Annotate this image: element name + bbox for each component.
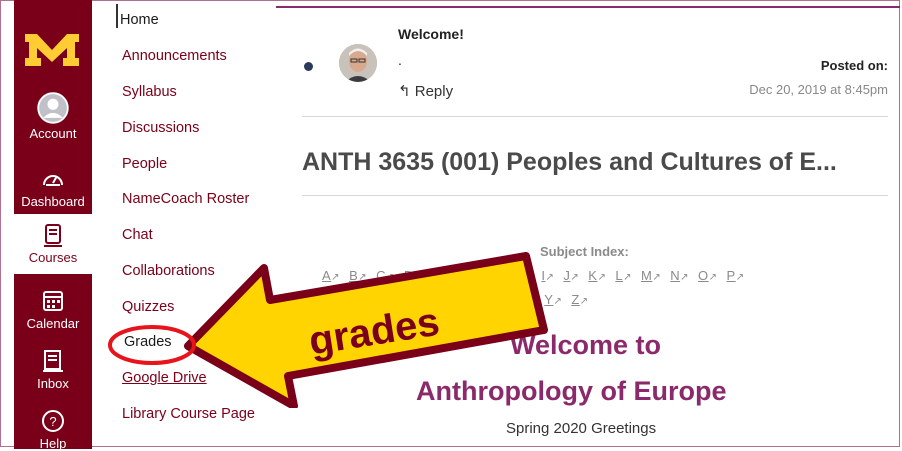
course-nav-syllabus[interactable]: Syllabus (122, 84, 177, 100)
posted-date: Dec 20, 2019 at 8:45pm (749, 82, 888, 97)
unread-indicator (304, 62, 313, 71)
subject-index-link[interactable]: Z↗ (571, 292, 588, 307)
help-icon: ? (42, 410, 64, 432)
reply-label: Reply (414, 83, 454, 100)
subject-index-link[interactable]: P↗ (727, 268, 745, 283)
nav-inbox[interactable]: Inbox (14, 348, 92, 391)
course-nav-people[interactable]: People (122, 156, 167, 172)
course-nav-quizzes[interactable]: Quizzes (122, 299, 174, 315)
posted-on-label: Posted on: (820, 58, 888, 73)
external-link-icon: ↗ (623, 272, 632, 283)
nav-account-label: Account (29, 126, 77, 141)
nav-courses-label: Courses (28, 250, 78, 265)
calendar-icon (43, 291, 63, 311)
author-avatar[interactable] (339, 44, 377, 82)
course-nav-namecoach[interactable]: NameCoach Roster (122, 191, 249, 207)
nav-calendar-label: Calendar (26, 316, 80, 331)
external-link-icon: ↗ (680, 272, 689, 283)
active-item-indicator (116, 4, 118, 28)
subject-index-link[interactable]: K↗ (588, 268, 606, 283)
reply-icon: ↰ (398, 83, 411, 100)
nav-help[interactable]: ? Help (14, 408, 92, 451)
nav-dashboard-label: Dashboard (21, 194, 85, 209)
course-nav-announcements[interactable]: Announcements (122, 48, 227, 64)
header-rule (276, 6, 900, 8)
subject-index-link[interactable]: M↗ (641, 268, 661, 283)
external-link-icon: ↗ (735, 272, 745, 283)
greetings-text: Spring 2020 Greetings (506, 420, 657, 437)
subject-index-link[interactable]: J↗ (563, 268, 579, 283)
annotation-circle (108, 325, 196, 365)
external-link-icon: ↗ (597, 272, 607, 283)
course-title: ANTH 3635 (001) Peoples and Cultures of … (302, 148, 837, 176)
course-nav-chat[interactable]: Chat (122, 227, 153, 243)
post-title[interactable]: Welcome! (398, 26, 464, 42)
external-link-icon: ↗ (652, 272, 662, 283)
avatar-photo (339, 44, 377, 82)
divider (302, 116, 888, 117)
course-nav-library[interactable]: Library Course Page (122, 406, 255, 422)
subject-index-link[interactable]: O↗ (698, 268, 718, 283)
global-nav: Account Dashboard Courses Calendar Inbox… (14, 0, 92, 451)
external-link-icon: ↗ (579, 296, 589, 307)
courses-icon (44, 224, 62, 247)
course-nav-discussions[interactable]: Discussions (122, 120, 199, 136)
course-nav-home[interactable]: Home (120, 12, 159, 28)
external-link-icon: ↗ (708, 272, 718, 283)
account-icon (37, 92, 69, 124)
nav-inbox-label: Inbox (37, 376, 69, 391)
external-link-icon: ↗ (570, 272, 580, 283)
annotation-arrow: grades (184, 252, 548, 408)
nav-calendar[interactable]: Calendar (14, 288, 92, 331)
nav-account[interactable]: Account (14, 92, 92, 141)
svg-text:?: ? (49, 414, 56, 429)
subject-index-link[interactable]: L↗ (615, 268, 632, 283)
reply-button[interactable]: ↰ Reply (398, 82, 453, 100)
post-body: . (398, 52, 402, 68)
nav-courses[interactable]: Courses (14, 214, 92, 274)
divider (302, 195, 888, 196)
subject-index-link[interactable]: N↗ (670, 268, 689, 283)
inbox-icon (43, 350, 63, 372)
dashboard-icon (43, 175, 63, 186)
nav-dashboard[interactable]: Dashboard (14, 166, 92, 209)
university-logo[interactable] (23, 28, 81, 68)
